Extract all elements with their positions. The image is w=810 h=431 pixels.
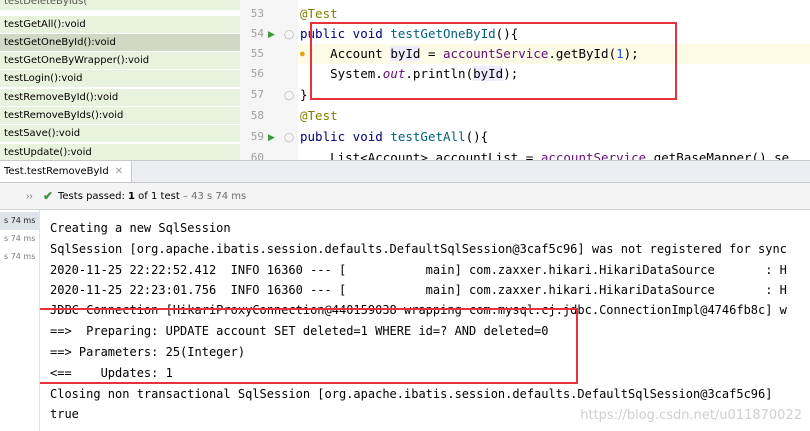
line-number: 59 [250,130,264,143]
console-line: true [50,407,79,421]
code-token: .getBaseMapper().se [646,150,790,160]
console-highlight-box [40,308,578,384]
run-toolbar: ›› ✔ Tests passed: 1 of 1 test – 43 s 74… [0,183,810,210]
console-line: Creating a new SqlSession [50,221,231,235]
code-highlight-box [310,22,677,100]
line-number: 54 [250,27,264,40]
code-token: @Test [300,6,338,21]
line-number: 58 [250,109,264,122]
console-line: 2020-11-25 22:22:52.412 INFO 16360 --- [… [50,263,787,277]
code-token: accountService [540,150,647,160]
line-number: 55 [250,47,264,60]
line-number: 57 [250,88,264,101]
code-token: testGetAll [390,129,466,144]
run-gutter-icon[interactable]: ▶ [268,24,278,44]
code-token: @Test [300,108,338,123]
code-token: (){ [465,129,489,144]
test-time[interactable]: s 74 ms [0,230,40,248]
line-number: 53 [250,7,264,20]
structure-item[interactable]: testDeleteByIds( [0,0,240,10]
test-time-column: s 74 ms s 74 ms s 74 ms [0,210,40,431]
test-status: Tests passed: 1 of 1 test – 43 s 74 ms [58,183,246,210]
run-tab[interactable]: Test.testRemoveById ✕ [0,161,133,182]
structure-item[interactable]: testRemoveById():void [0,89,240,106]
structure-item[interactable]: testLogin():void [0,70,240,87]
structure-item[interactable]: testRemoveByIds():void [0,107,240,124]
structure-item[interactable]: testGetOneByWrapper():void [0,52,240,69]
code-token: public void [300,129,391,144]
run-gutter-icon[interactable]: ▶ [268,127,278,147]
code-editor[interactable]: 53 54 55 56 57 58 59 60 ▶ ▶ ◯ ◯ ◯ ● @Tes… [240,0,810,160]
fold-icon[interactable]: ◯ [284,24,294,44]
structure-item[interactable]: testSave():void [0,125,240,142]
run-tab-label: Test.testRemoveById [4,166,109,177]
fold-icon[interactable]: ◯ [284,127,294,147]
close-icon[interactable]: ✕ [115,166,123,177]
status-rest: of 1 test [135,191,180,202]
code-line: } [300,85,308,105]
status-label: Tests passed: [58,191,129,202]
code-line: List<Account> accountList = accountServi… [300,148,789,160]
run-tab-bar: Test.testRemoveById ✕ [0,160,810,183]
structure-item[interactable]: testGetAll():void [0,16,240,33]
watermark: https://blog.csdn.net/u011870022 [580,408,802,423]
check-icon: ✔ [43,189,54,203]
code-line: public void testGetAll(){ [300,127,488,147]
console-line: SqlSession [org.apache.ibatis.session.de… [50,242,787,256]
structure-item[interactable]: testGetOneById():void [0,34,240,51]
structure-panel: testDeleteByIds( testGetAll():void testG… [0,0,240,160]
line-number: 60 [250,151,264,160]
code-token: } [300,87,308,102]
test-time[interactable]: s 74 ms [0,248,40,266]
test-time[interactable]: s 74 ms [0,212,40,230]
structure-item[interactable]: testUpdate():void [0,144,240,160]
code-token: List<Account> accountList = [300,150,541,160]
line-number: 56 [250,67,264,80]
console-line: Closing non transactional SqlSession [or… [50,387,773,401]
status-count: 1 [128,191,135,202]
fold-icon[interactable]: ◯ [284,85,294,105]
console-line: 2020-11-25 22:23:01.756 INFO 16360 --- [… [50,283,787,297]
chevron-right-icon[interactable]: ›› [26,183,33,210]
run-console[interactable]: Creating a new SqlSession SqlSession [or… [40,210,810,431]
status-time: – 43 s 74 ms [179,191,247,202]
code-line: @Test [300,4,338,24]
code-line: @Test [300,106,338,126]
